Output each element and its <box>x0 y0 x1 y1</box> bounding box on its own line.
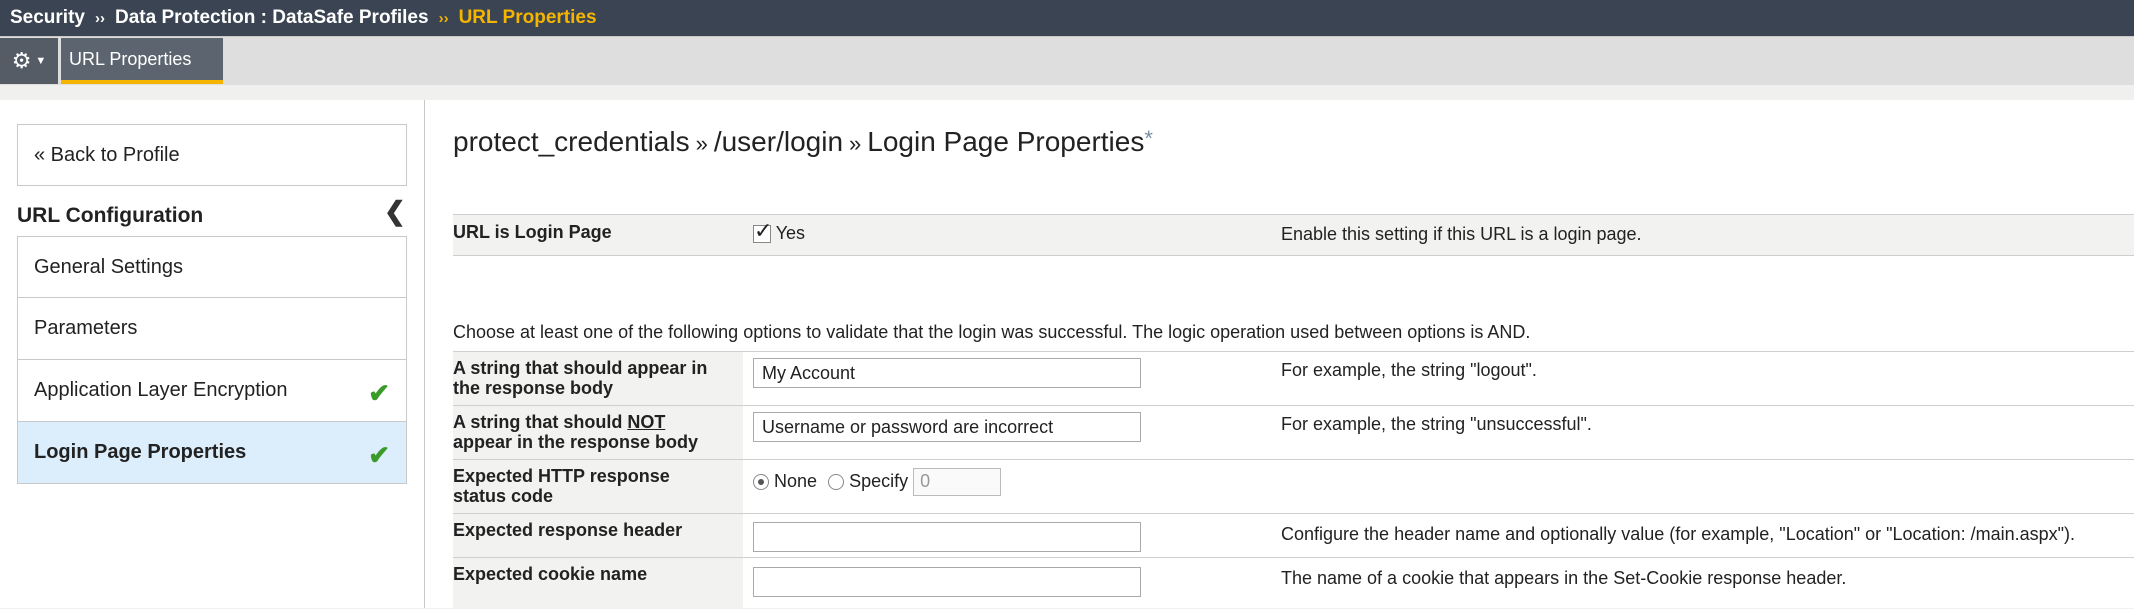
response-header-label: Expected response header <box>453 514 743 558</box>
status-code-control: None Specify 0 <box>753 468 1002 496</box>
not-appear-string-input[interactable] <box>753 412 1141 442</box>
not-appear-string-help: For example, the string "unsuccessful". <box>1281 414 1592 434</box>
back-to-profile-link[interactable]: « Back to Profile <box>17 124 407 186</box>
status-code-label-line1: Expected HTTP response <box>453 466 670 486</box>
check-icon: ✔ <box>368 440 390 470</box>
status-code-label-line2: status code <box>453 486 554 506</box>
appear-string-help: For example, the string "logout". <box>1281 360 1537 380</box>
title-profile: protect_credentials <box>453 126 690 157</box>
unsaved-marker: * <box>1144 126 1153 151</box>
sidebar-item-label: Parameters <box>34 317 138 339</box>
status-specify-label: Specify <box>849 470 909 491</box>
title-url: /user/login <box>713 126 844 157</box>
breadcrumb: Security ›› Data Protection : DataSafe P… <box>0 0 2134 36</box>
response-header-row: Expected response header Configure the h… <box>453 513 2134 558</box>
gear-icon: ⚙ <box>11 48 32 73</box>
status-specify-radio[interactable] <box>828 474 845 490</box>
sidebar-item-label: Login Page Properties <box>34 441 247 463</box>
login-page-row: URL is Login Page Yes Enable this settin… <box>453 214 2134 256</box>
check-icon: ✔ <box>368 378 390 408</box>
response-header-help: Configure the header name and optionally… <box>1281 524 2076 544</box>
sidebar-item-application-layer-encryption[interactable]: Application Layer Encryption ✔ <box>17 360 407 422</box>
cookie-name-row: Expected cookie name The name of a cooki… <box>453 557 2134 609</box>
sidebar-item-login-page-properties[interactable]: Login Page Properties ✔ <box>17 422 407 484</box>
chevron-left-icon[interactable]: ❮ <box>384 196 406 227</box>
breadcrumb-url-properties: URL Properties <box>458 7 597 28</box>
status-none-radio[interactable] <box>753 474 769 490</box>
login-page-checkbox[interactable] <box>753 218 772 244</box>
settings-menu-button[interactable]: ⚙ ▼ <box>0 38 58 84</box>
sidebar-item-label: General Settings <box>34 255 183 278</box>
sidebar: « Back to Profile URL Configuration ❮ Ge… <box>0 100 425 608</box>
title-section: Login Page Properties <box>867 126 1145 157</box>
not-appear-string-row: A string that should NOT appear in the r… <box>453 405 2134 460</box>
appear-string-label: A string that should appear in the respo… <box>453 352 743 406</box>
status-none-label: None <box>774 470 818 491</box>
page-title: protect_credentials»/user/login» Login Pa… <box>453 126 1153 158</box>
not-appear-label-emphasis: NOT <box>627 412 666 432</box>
cookie-name-input[interactable] <box>753 567 1141 597</box>
appear-string-row: A string that should appear in the respo… <box>453 351 2134 406</box>
sidebar-item-label: Application Layer Encryption <box>34 379 288 401</box>
breadcrumb-data-protection[interactable]: Data Protection : DataSafe Profiles <box>115 7 429 29</box>
breadcrumb-separator: ›› <box>94 9 105 27</box>
cookie-name-help: The name of a cookie that appears in the… <box>1281 568 1847 588</box>
appear-string-label-line1: A string that should appear in <box>453 358 708 378</box>
response-header-input[interactable] <box>753 522 1141 552</box>
tab-url-properties[interactable]: URL Properties <box>61 38 223 84</box>
validation-intro: Choose at least one of the following opt… <box>453 322 1531 342</box>
title-separator: » <box>849 131 862 156</box>
login-page-help: Enable this setting if this URL is a log… <box>1281 224 1642 244</box>
not-appear-string-label-line2: appear in the response body <box>453 432 699 452</box>
main-content: protect_credentials»/user/login» Login Pa… <box>425 100 2134 609</box>
title-separator: » <box>695 131 708 156</box>
not-appear-string-label-line1: A string that should NOT <box>453 412 743 432</box>
sidebar-item-general-settings[interactable]: General Settings <box>17 236 407 298</box>
not-appear-string-label: A string that should NOT appear in the r… <box>453 406 743 460</box>
status-code-label: Expected HTTP response status code <box>453 460 743 514</box>
tab-bar: ⚙ ▼ URL Properties <box>0 36 2134 85</box>
login-page-yes-label: Yes <box>775 223 806 243</box>
caret-down-icon: ▼ <box>35 55 47 67</box>
appear-string-label-line2: the response body <box>453 378 614 398</box>
login-page-control: Yes <box>753 218 806 244</box>
login-page-label: URL is Login Page <box>453 215 743 255</box>
not-appear-label-pre: A string that should <box>453 412 628 432</box>
breadcrumb-security[interactable]: Security <box>10 7 85 29</box>
section-title: URL Configuration <box>17 204 204 227</box>
status-code-input[interactable]: 0 <box>913 468 1002 496</box>
breadcrumb-separator: ›› <box>438 9 449 27</box>
sidebar-item-parameters[interactable]: Parameters <box>17 298 407 360</box>
cookie-name-label: Expected cookie name <box>453 558 743 609</box>
appear-string-input[interactable] <box>753 358 1141 388</box>
status-code-row: Expected HTTP response status code None … <box>453 459 2134 514</box>
